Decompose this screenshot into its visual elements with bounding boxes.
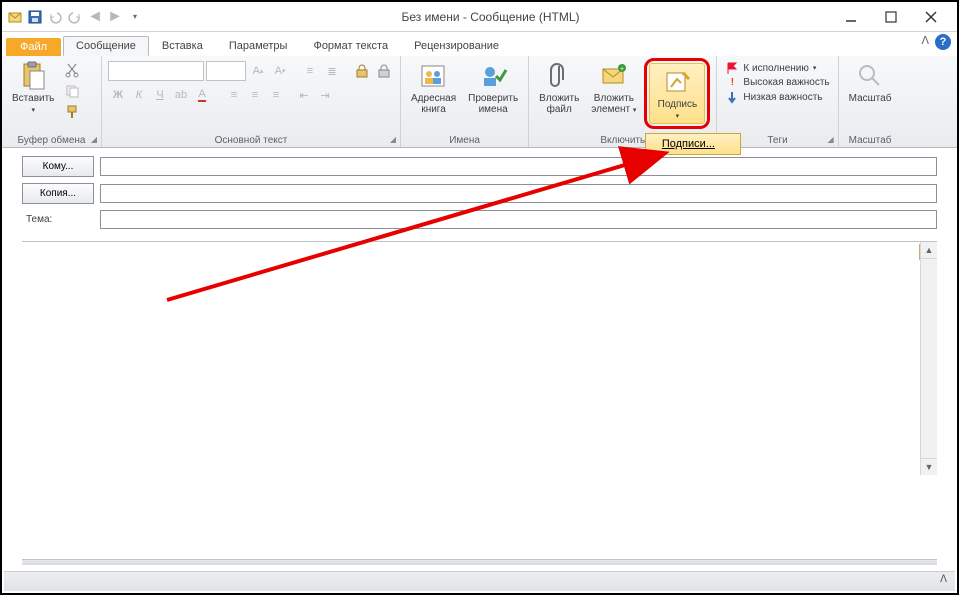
- subject-field[interactable]: [100, 210, 937, 229]
- qat-send-icon[interactable]: [6, 8, 24, 26]
- numbering-icon[interactable]: ≣: [322, 61, 342, 81]
- help-icon[interactable]: ?: [935, 34, 951, 50]
- statusbar: ᐱ: [4, 571, 955, 591]
- tab-format[interactable]: Формат текста: [300, 36, 401, 56]
- group-clipboard: Вставить▾ Буфер обмена◢: [2, 56, 102, 147]
- to-field[interactable]: [100, 157, 937, 176]
- group-font-label: Основной текст◢: [108, 134, 394, 147]
- font-size-select[interactable]: [206, 61, 246, 81]
- tags-launcher-icon[interactable]: ◢: [827, 135, 833, 144]
- collapse-ribbon-icon[interactable]: ᐱ: [921, 34, 929, 50]
- attach-item-label: Вложить элемент ▾: [591, 93, 636, 115]
- undo-icon[interactable]: [46, 8, 64, 26]
- align-right-icon[interactable]: ≡: [266, 85, 286, 105]
- annotation-highlight: Подпись▾ Подписи...: [644, 58, 710, 129]
- message-header: Кому... Копия... Тема:: [2, 148, 957, 239]
- high-importance-button[interactable]: !Высокая важность: [723, 76, 831, 89]
- address-book-button[interactable]: Адресная книга: [407, 58, 460, 117]
- tab-review[interactable]: Рецензирование: [401, 36, 512, 56]
- font-launcher-icon[interactable]: ◢: [390, 135, 396, 144]
- address-book-label: Адресная книга: [411, 93, 456, 115]
- body-scrollbar[interactable]: ▲ ▼: [920, 242, 937, 475]
- permissions2-icon[interactable]: [374, 61, 394, 81]
- signature-label: Подпись▾: [658, 99, 698, 121]
- message-body[interactable]: ▲ ▼: [22, 241, 937, 475]
- italic-icon[interactable]: К: [129, 85, 149, 105]
- save-icon[interactable]: [26, 8, 44, 26]
- svg-text:+: +: [620, 66, 624, 73]
- decrease-indent-icon[interactable]: ⇤: [294, 85, 314, 105]
- group-names: Адресная книга Проверить имена Имена: [401, 56, 529, 147]
- redo-icon[interactable]: [66, 8, 84, 26]
- zoom-label: Масштаб: [849, 93, 892, 104]
- titlebar: ◄ ► ▾ Без имени - Сообщение (HTML): [2, 2, 957, 32]
- paste-label: Вставить: [12, 93, 54, 104]
- zoom-button[interactable]: Масштаб: [845, 58, 896, 106]
- prev-item-icon[interactable]: ◄: [86, 8, 104, 26]
- permissions-icon[interactable]: [352, 61, 372, 81]
- attach-file-label: Вложить файл: [539, 93, 579, 115]
- tab-message[interactable]: Сообщение: [63, 36, 149, 56]
- tab-insert[interactable]: Вставка: [149, 36, 216, 56]
- increase-indent-icon[interactable]: ⇥: [315, 85, 335, 105]
- low-importance-button[interactable]: Низкая важность: [723, 89, 831, 105]
- scroll-up-icon[interactable]: ▲: [921, 242, 937, 259]
- group-zoom-label: Масштаб: [845, 134, 896, 147]
- file-tab[interactable]: Файл: [6, 38, 61, 56]
- font-family-select[interactable]: [108, 61, 204, 81]
- bullets-icon[interactable]: ≡: [300, 61, 320, 81]
- group-zoom: Масштаб Масштаб: [839, 56, 902, 147]
- group-names-label: Имена: [407, 134, 522, 147]
- paste-button[interactable]: Вставить▾: [8, 58, 58, 117]
- follow-up-button[interactable]: К исполнению ▾: [723, 60, 831, 76]
- attach-file-button[interactable]: Вложить файл: [535, 58, 583, 117]
- minimize-button[interactable]: [837, 7, 865, 27]
- next-item-icon[interactable]: ►: [106, 8, 124, 26]
- tab-options[interactable]: Параметры: [216, 36, 301, 56]
- ribbon-tabs: Файл Сообщение Вставка Параметры Формат …: [2, 32, 957, 56]
- subject-label: Тема:: [22, 214, 94, 225]
- check-names-button[interactable]: Проверить имена: [464, 58, 522, 117]
- align-center-icon[interactable]: ≡: [245, 85, 265, 105]
- qat-customize-icon[interactable]: ▾: [126, 8, 144, 26]
- window-title: Без имени - Сообщение (HTML): [144, 10, 837, 24]
- shrink-font-icon[interactable]: A▾: [270, 61, 290, 81]
- scroll-down-icon[interactable]: ▼: [921, 458, 937, 475]
- group-clipboard-label: Буфер обмена◢: [8, 134, 95, 147]
- cut-icon[interactable]: [62, 60, 82, 80]
- signature-menu-item[interactable]: Подписи...: [645, 133, 741, 155]
- grow-font-icon[interactable]: A▴: [248, 61, 268, 81]
- clipboard-launcher-icon[interactable]: ◢: [91, 135, 97, 144]
- highlight-color-icon[interactable]: ab: [171, 85, 191, 105]
- align-left-icon[interactable]: ≡: [224, 85, 244, 105]
- ribbon: Вставить▾ Буфер обмена◢ A▴ A▾ ≡ ≣: [2, 56, 957, 148]
- attach-item-button[interactable]: + Вложить элемент ▾: [587, 58, 640, 117]
- cc-field[interactable]: [100, 184, 937, 203]
- signature-button[interactable]: Подпись▾: [649, 63, 705, 124]
- format-painter-icon[interactable]: [62, 102, 82, 122]
- group-include: Вложить файл + Вложить элемент ▾ Подпись…: [529, 56, 717, 147]
- quick-access-toolbar: ◄ ► ▾: [6, 8, 144, 26]
- statusbar-expand-icon[interactable]: ᐱ: [940, 574, 947, 585]
- cc-button[interactable]: Копия...: [22, 183, 94, 204]
- underline-icon[interactable]: Ч: [150, 85, 170, 105]
- check-names-label: Проверить имена: [468, 93, 518, 115]
- group-font: A▴ A▾ ≡ ≣ Ж К Ч ab A ≡ ≡ ≡ ⇤: [102, 56, 401, 147]
- separator: [22, 559, 937, 565]
- font-color-icon[interactable]: A: [192, 85, 212, 105]
- bold-icon[interactable]: Ж: [108, 85, 128, 105]
- copy-icon[interactable]: [62, 81, 82, 101]
- to-button[interactable]: Кому...: [22, 156, 94, 177]
- maximize-button[interactable]: [877, 7, 905, 27]
- close-button[interactable]: [917, 7, 945, 27]
- window-controls: [837, 7, 953, 27]
